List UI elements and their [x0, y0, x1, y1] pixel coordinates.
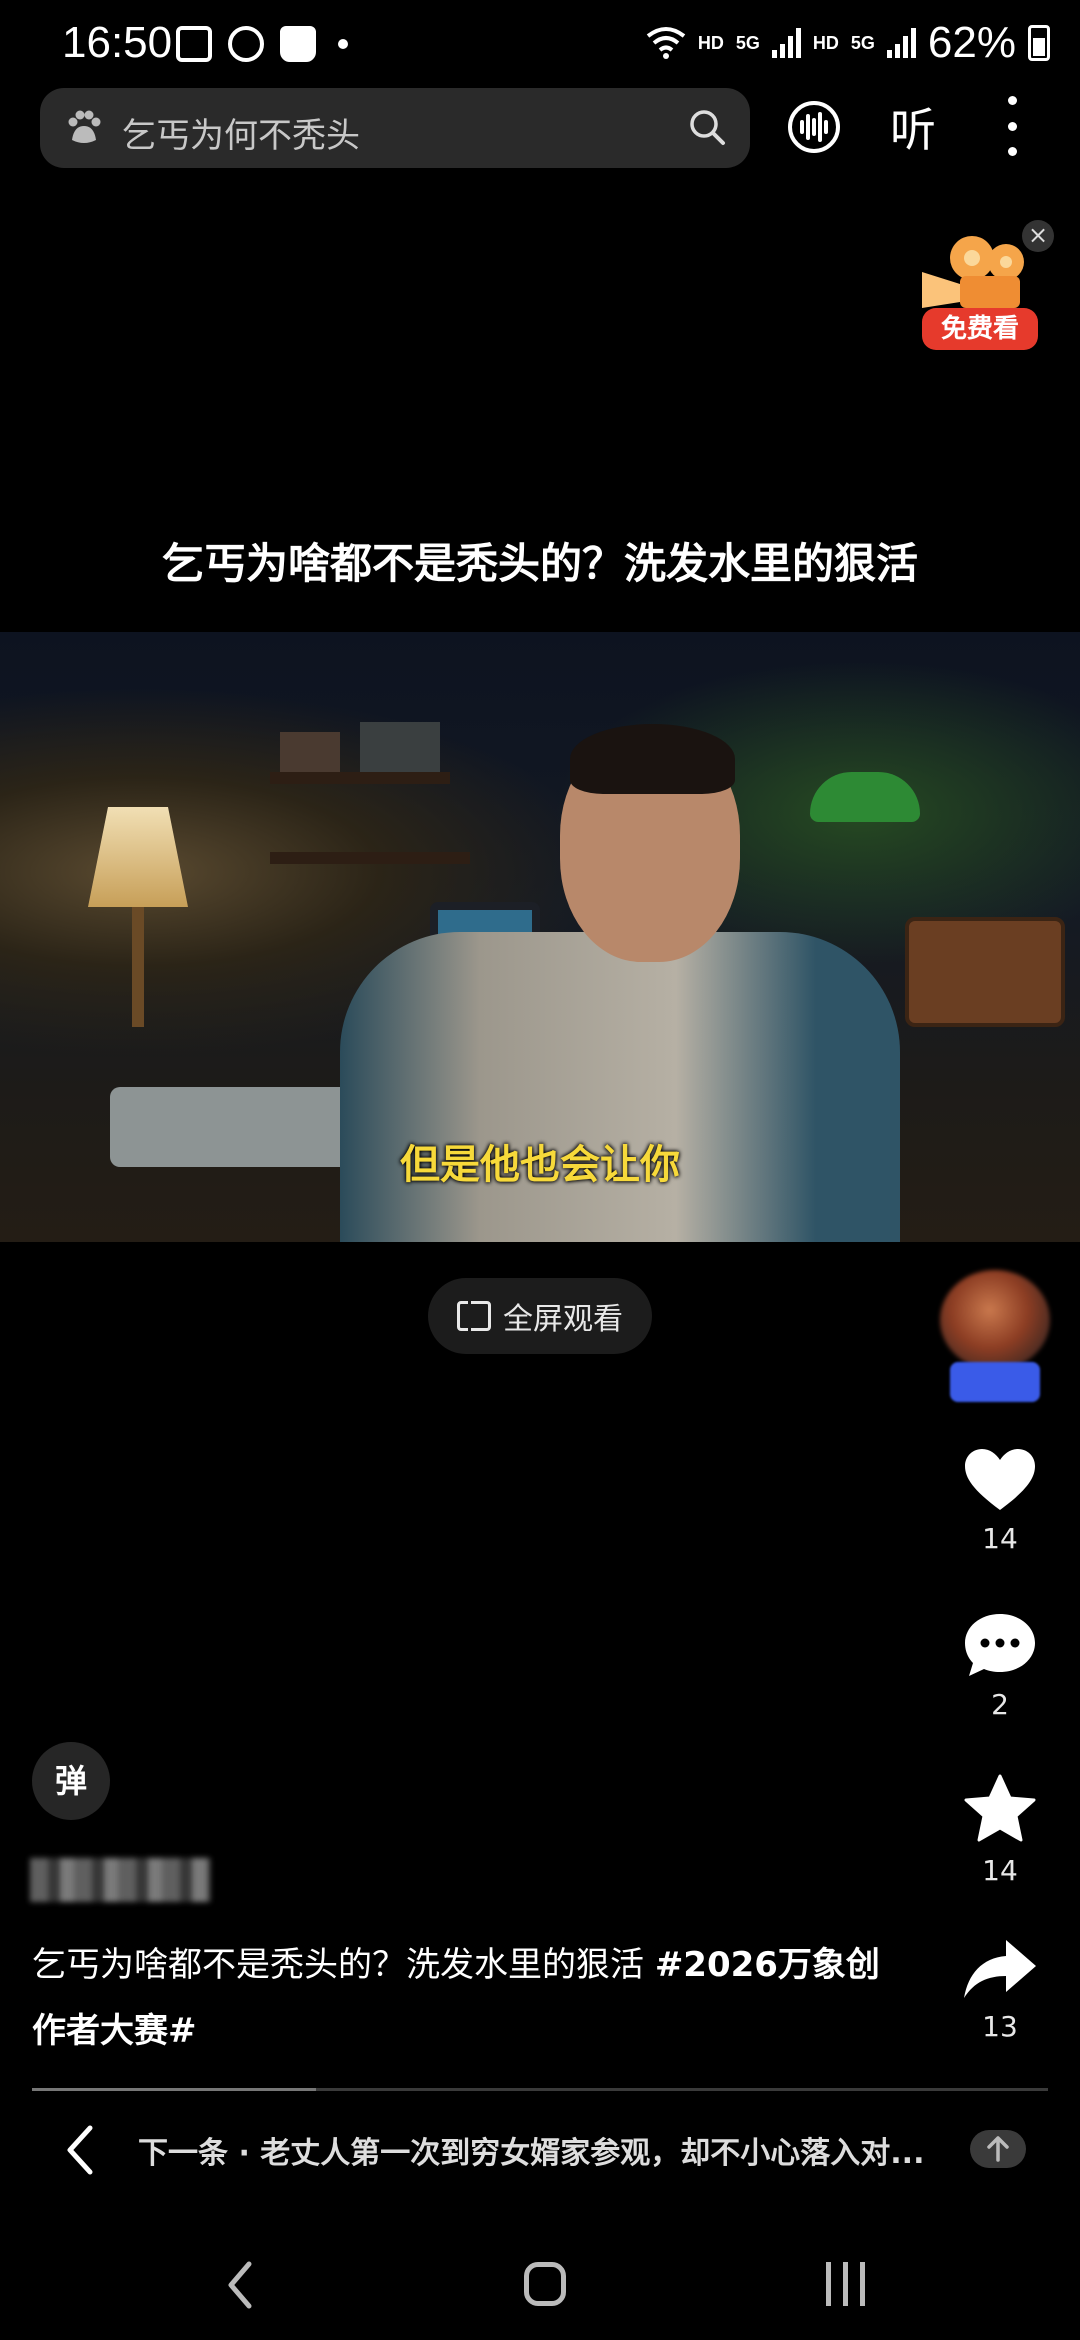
share-count: 13 [982, 2010, 1018, 2043]
free-watch-badge[interactable]: 免费看 [922, 308, 1038, 350]
next-video-title[interactable]: 下一条 · 老丈人第一次到穷女婿家参观，却不小心落入对... [138, 2128, 924, 2172]
next-video-bar[interactable]: 下一条 · 老丈人第一次到穷女婿家参观，却不小心落入对... [0, 2110, 1080, 2190]
like-count: 14 [982, 1522, 1018, 1555]
app-notification-icon [228, 26, 264, 62]
status-time: 16:50 [62, 18, 173, 67]
status-bar: 16:50 HD 5G HD 5G 62% [0, 0, 1080, 88]
person-body [340, 932, 900, 1242]
battery-icon [1028, 25, 1050, 61]
lamp-pole [132, 907, 144, 1027]
shelf [270, 852, 470, 864]
box [360, 722, 440, 772]
nav-home-icon[interactable] [524, 2262, 566, 2306]
green-lamp [810, 772, 920, 822]
share-button[interactable]: 13 [950, 1938, 1050, 2043]
fullscreen-button[interactable]: 全屏观看 [428, 1278, 652, 1354]
table-lamp [88, 807, 188, 907]
heart-icon [965, 1449, 1035, 1510]
system-indicators: HD 5G HD 5G 62% [646, 18, 1050, 68]
shelf [270, 772, 450, 784]
comment-count: 2 [991, 1688, 1009, 1721]
chevron-left-icon[interactable] [60, 2122, 100, 2178]
favorite-button[interactable]: 14 [950, 1774, 1050, 1887]
network-type-label-2: 5G [850, 32, 875, 53]
avatar-tag [950, 1362, 1040, 1402]
baidu-paw-icon [68, 110, 101, 143]
listen-button[interactable]: 听 [890, 94, 936, 160]
close-icon[interactable]: × [1022, 220, 1054, 252]
arrow-up-button[interactable] [970, 2130, 1026, 2168]
more-options-icon[interactable] [1000, 96, 1024, 156]
battery-percent: 62% [927, 18, 1016, 67]
video-title: 乞丐为啥都不是秃头的？洗发水里的狠活 [161, 539, 918, 588]
favorite-count: 14 [982, 1854, 1018, 1887]
comment-icon [965, 1614, 1035, 1676]
video-subtitle: 但是他也会让你 [400, 1142, 680, 1188]
video-description: 乞丐为啥都不是秃头的？洗发水里的狠活 #2026万象创作者大赛# [32, 1932, 912, 2064]
fullscreen-label: 全屏观看 [503, 1302, 623, 1337]
progress-bar[interactable] [32, 2088, 1048, 2091]
gallery-icon [176, 26, 212, 62]
voice-wave-icon[interactable] [787, 100, 841, 154]
author-name[interactable] [30, 1858, 210, 1902]
video-player[interactable]: 但是他也会让你 [0, 632, 1080, 1242]
nav-back-icon[interactable] [225, 2260, 255, 2310]
fullscreen-icon [457, 1301, 491, 1331]
person-hair [570, 724, 735, 794]
search-icon[interactable] [688, 108, 726, 146]
more-notifications-dot [338, 39, 348, 49]
arrow-up-icon [987, 2136, 1009, 2162]
progress-fill [32, 2088, 317, 2091]
notification-icons [176, 26, 348, 62]
radio [905, 917, 1065, 1027]
star-icon [964, 1774, 1036, 1842]
signal-icon [771, 28, 801, 58]
author-avatar[interactable] [940, 1270, 1050, 1410]
shopping-bag-icon [280, 26, 316, 62]
avatar-image [940, 1270, 1050, 1370]
search-bar[interactable]: 乞丐为何不秃头 [40, 88, 750, 168]
hd-label: HD [697, 32, 724, 53]
signal-icon-2 [886, 28, 916, 58]
description-text: 乞丐为啥都不是秃头的？洗发水里的狠活 [32, 1945, 655, 1985]
nav-recents-icon[interactable] [826, 2262, 865, 2306]
like-button[interactable]: 14 [950, 1448, 1050, 1555]
wifi-icon [646, 27, 686, 59]
book [280, 732, 340, 772]
system-navigation-bar [0, 2240, 1080, 2340]
search-input[interactable]: 乞丐为何不秃头 [122, 108, 360, 157]
share-icon [964, 1940, 1036, 1998]
danmaku-toggle-button[interactable]: 弹 [32, 1742, 110, 1820]
comment-button[interactable]: 2 [950, 1612, 1050, 1721]
network-type-label: 5G [735, 32, 760, 53]
hd-label-2: HD [812, 32, 839, 53]
